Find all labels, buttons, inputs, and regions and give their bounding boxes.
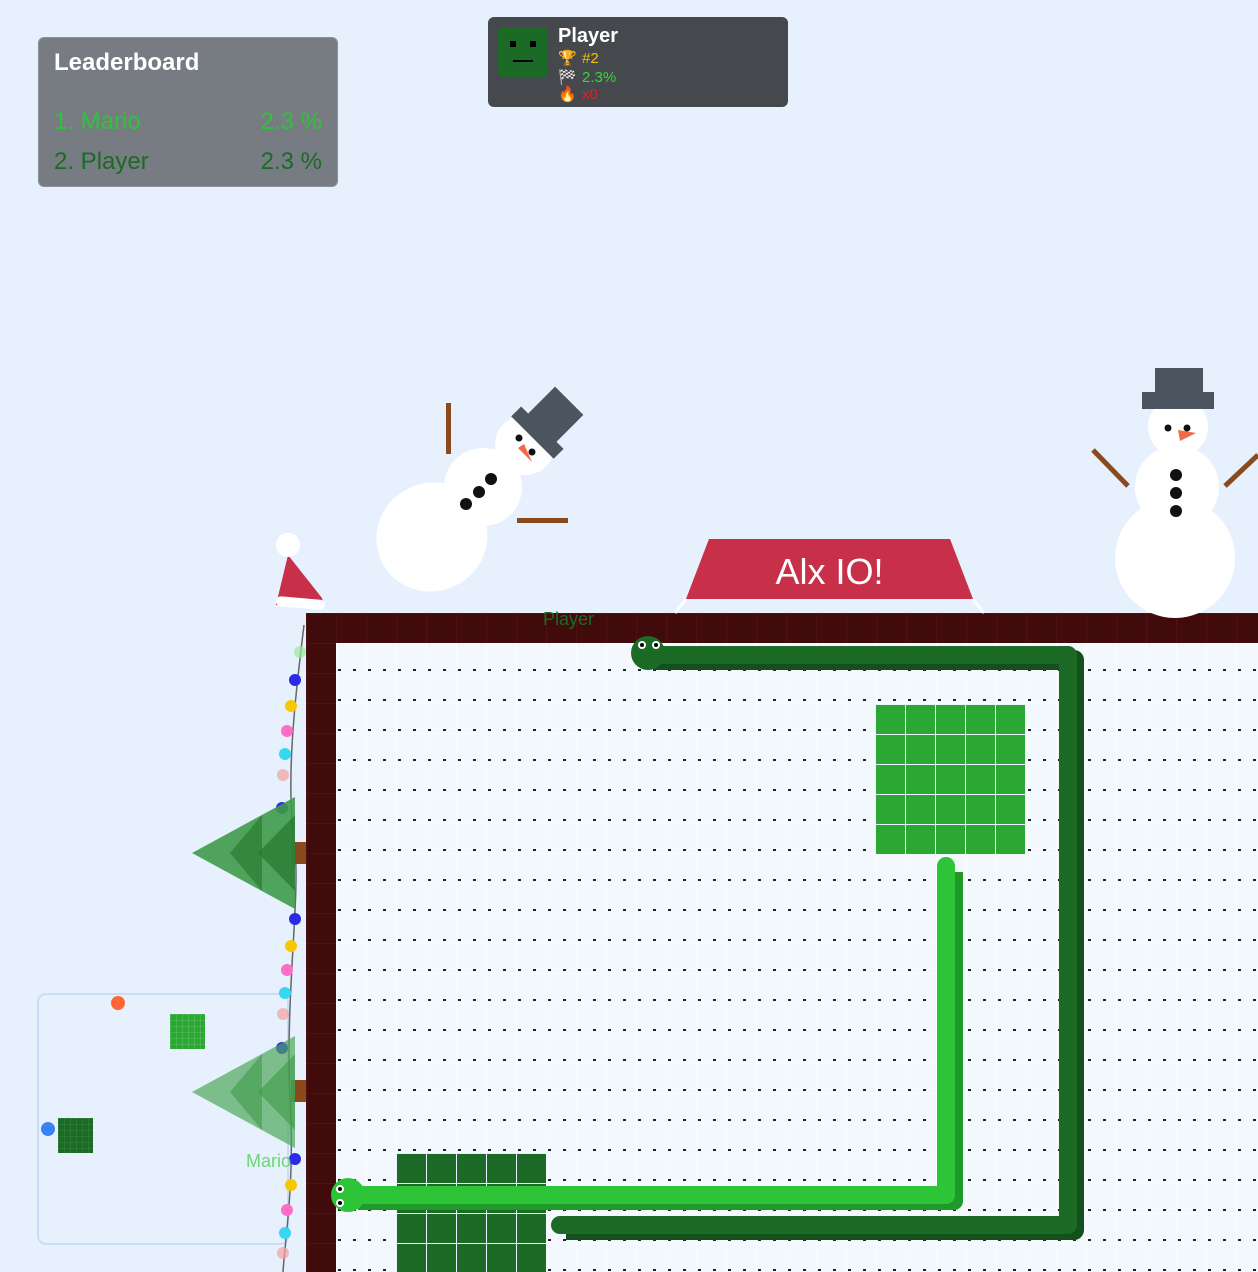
- arena-top-wall: [306, 613, 1258, 643]
- leaderboard-name: 2. Player: [54, 148, 149, 175]
- tree-decoration-1: [192, 797, 306, 909]
- minimap-mario-territory: [170, 1014, 205, 1049]
- minimap-blue-dot: [41, 1122, 55, 1136]
- player-territory: [396, 1153, 546, 1272]
- minimap-player-territory: [58, 1118, 93, 1153]
- mario-name-label: Mario: [246, 1151, 292, 1171]
- leaderboard-name: 1. Mario: [54, 108, 141, 135]
- player-snake-head: [631, 636, 665, 670]
- leaderboard-row: 1. Mario 2.3 %: [54, 108, 322, 138]
- player-name-label: Player: [543, 609, 595, 629]
- territory-stat: 🏁 2.3%: [558, 68, 617, 87]
- mario-territory: [875, 704, 1025, 854]
- rank-stat: 🏆 #2: [558, 49, 599, 68]
- title-banner: Alx IO!: [686, 539, 973, 599]
- arena-left-wall: [306, 613, 336, 1272]
- trophy-icon: 🏆: [558, 50, 577, 67]
- player-name: Player: [558, 25, 619, 47]
- mario-snake-head: [331, 1178, 365, 1212]
- avatar: [498, 27, 548, 77]
- leaderboard: Leaderboard 1. Mario 2.3 % 2. Player 2.3…: [38, 37, 338, 187]
- player-stats-card: Player 🏆 #2 🏁 2.3% 🔥 x0: [488, 17, 788, 107]
- leaderboard-score: 2.3 %: [260, 108, 322, 135]
- kills-stat: 🔥 x0: [558, 85, 598, 104]
- snowman-standing: [1091, 368, 1258, 618]
- kills-value: x0: [582, 85, 598, 103]
- checkered-flag-icon: 🏁: [558, 69, 577, 86]
- leaderboard-title: Leaderboard: [54, 49, 200, 76]
- fire-icon: 🔥: [558, 86, 577, 103]
- leaderboard-score: 2.3 %: [260, 148, 322, 175]
- territory-value: 2.3%: [582, 68, 617, 86]
- rank-value: #2: [582, 49, 599, 67]
- banner-title: Alx IO!: [775, 551, 884, 592]
- minimap-orange-dot: [111, 996, 125, 1010]
- snowman-fallen: [376, 386, 584, 592]
- leaderboard-row: 2. Player 2.3 %: [54, 148, 322, 178]
- santa-hat-decoration: [276, 533, 325, 610]
- game-canvas[interactable]: [0, 0, 1258, 1272]
